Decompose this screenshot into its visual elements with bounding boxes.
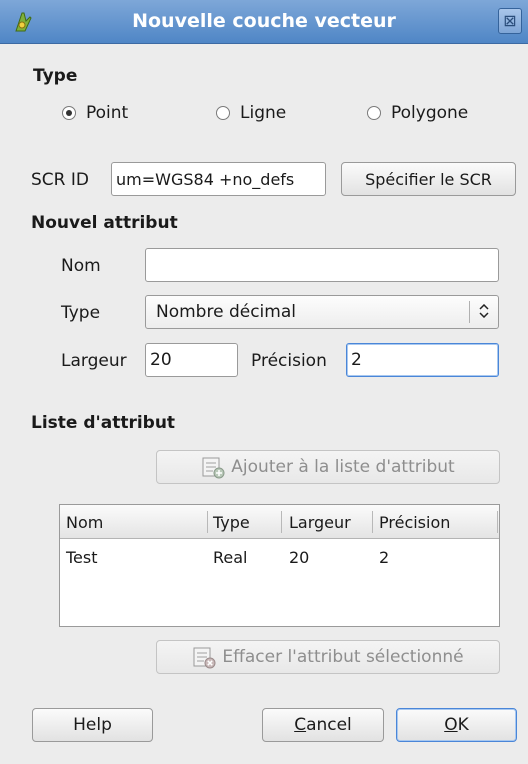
- precision-input[interactable]: [346, 343, 499, 377]
- new-attribute-heading: Nouvel attribut: [31, 213, 178, 233]
- remove-attribute-icon: [193, 647, 216, 669]
- radio-icon: [216, 106, 230, 120]
- radio-polygone[interactable]: Polygone: [367, 103, 468, 123]
- radio-polygone-label: Polygone: [391, 103, 469, 123]
- remove-selected-attribute-button[interactable]: Effacer l'attribut sélectionné: [156, 640, 500, 674]
- name-input[interactable]: [145, 248, 499, 282]
- radio-icon: [62, 106, 76, 120]
- crs-label: SCR ID: [31, 170, 89, 190]
- type-select-value: Nombre décimal: [156, 302, 296, 322]
- attribute-list-heading: Liste d'attribut: [31, 413, 176, 433]
- column-separator: [207, 511, 208, 533]
- radio-ligne[interactable]: Ligne: [216, 103, 286, 123]
- cancel-button[interactable]: Cancel: [262, 708, 384, 742]
- radio-ligne-label: Ligne: [240, 103, 287, 123]
- ok-button[interactable]: OK: [396, 708, 517, 742]
- radio-point-label: Point: [86, 103, 129, 123]
- column-separator: [372, 511, 373, 533]
- specify-crs-button[interactable]: Spécifier le SCR: [341, 162, 516, 196]
- name-label: Nom: [61, 256, 101, 276]
- cell-precision: 2: [379, 548, 390, 567]
- width-input[interactable]: [145, 343, 238, 377]
- cancel-label: Cancel: [294, 715, 352, 735]
- remove-selected-attribute-label: Effacer l'attribut sélectionné: [222, 647, 464, 667]
- ok-label: OK: [444, 715, 469, 735]
- precision-label: Précision: [251, 351, 327, 371]
- cell-largeur: 20: [289, 548, 310, 567]
- close-icon[interactable]: ⊠: [498, 8, 522, 34]
- spinner-icon: [470, 303, 498, 321]
- column-header-largeur[interactable]: Largeur: [289, 513, 351, 532]
- window-title: Nouvelle couche vecteur: [132, 10, 396, 32]
- help-button[interactable]: Help: [32, 708, 153, 742]
- column-header-nom[interactable]: Nom: [66, 513, 103, 532]
- cell-type: Real: [213, 548, 248, 567]
- attribute-table[interactable]: Nom Type Largeur Précision Test Real 20 …: [59, 504, 500, 627]
- column-separator: [497, 511, 498, 533]
- add-attribute-icon: [202, 457, 225, 479]
- column-header-precision[interactable]: Précision: [379, 513, 450, 532]
- add-to-attribute-list-button[interactable]: Ajouter à la liste d'attribut: [156, 450, 500, 484]
- radio-icon: [367, 106, 381, 120]
- radio-point[interactable]: Point: [62, 103, 128, 123]
- type-label: Type: [61, 303, 101, 323]
- title-bar: Nouvelle couche vecteur ⊠: [0, 0, 528, 44]
- table-header: Nom Type Largeur Précision: [60, 505, 499, 539]
- type-heading: Type: [33, 66, 78, 86]
- add-to-attribute-list-label: Ajouter à la liste d'attribut: [231, 457, 455, 477]
- column-separator: [281, 511, 282, 533]
- column-header-type[interactable]: Type: [213, 513, 250, 532]
- width-label: Largeur: [61, 351, 127, 371]
- crs-id-field[interactable]: [111, 162, 326, 196]
- type-select[interactable]: Nombre décimal: [145, 295, 499, 329]
- cell-nom: Test: [66, 548, 98, 567]
